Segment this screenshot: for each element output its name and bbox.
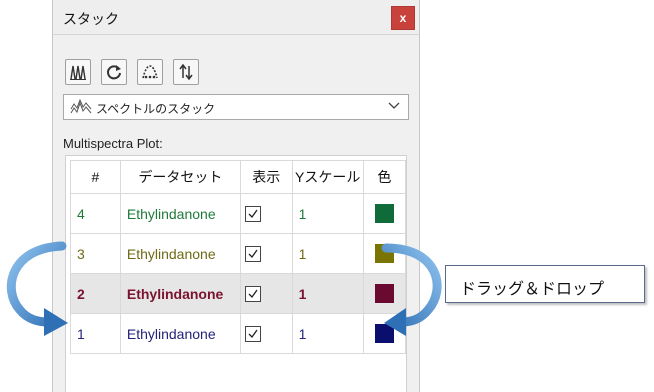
row-show-cell [239,193,293,234]
drag-arrow-left-icon [6,241,68,336]
close-icon: x [399,11,407,25]
sort-order-icon [179,63,193,81]
checkmark-icon [248,329,258,339]
stack-spectra-icon [70,99,92,114]
row-show-cell [239,233,293,274]
refresh-button[interactable] [101,59,127,85]
row-yscale[interactable]: 1 [291,193,364,234]
drag-drop-callout: ドラッグ＆ドロップ [445,265,645,303]
color-swatch[interactable] [374,204,394,223]
sort-order-button[interactable] [173,59,199,85]
column-header-dataset[interactable]: データセット [119,160,241,194]
stack-spectra-icon [70,65,86,80]
checkmark-icon [248,209,258,219]
table-row[interactable]: 2 Ethylindanone 1 [70,273,407,314]
drag-arrow-right-icon [381,243,442,336]
table-row[interactable]: 1 Ethylindanone 1 [70,313,407,354]
table-header-row: # データセット 表示 Yスケール 色 [70,160,407,194]
show-checkbox[interactable] [244,326,261,343]
title-bar: スタック x [53,0,419,35]
stack-mode-select[interactable]: スペクトルのスタック [63,94,409,120]
peak-icon [142,65,158,79]
table-row[interactable]: 3 Ethylindanone 1 [70,233,407,274]
row-show-cell [239,273,293,314]
callout-text: ドラッグ＆ドロップ [460,281,605,298]
show-checkbox[interactable] [244,246,261,263]
row-dataset-name: Ethylindanone [119,273,241,314]
spectra-table: # データセット 表示 Yスケール 色 4 Ethylindanone 1 3 Ethy… [70,160,407,354]
column-header-index[interactable]: # [70,160,121,194]
refresh-icon [107,65,121,80]
close-button[interactable]: x [391,6,415,30]
chevron-down-icon [388,102,400,109]
column-header-show[interactable]: 表示 [239,160,293,194]
row-show-cell [239,313,293,354]
row-dataset-name: Ethylindanone [119,313,241,354]
column-header-color[interactable]: 色 [362,160,407,194]
column-header-yscale[interactable]: Yスケール [291,160,364,194]
stack-spectra-button[interactable] [65,59,91,85]
checkmark-icon [248,249,258,259]
spectra-table-container: # データセット 表示 Yスケール 色 4 Ethylindanone 1 3 Ethy… [65,155,407,392]
row-index: 4 [70,193,121,234]
stack-mode-value: スペクトルのスタック [96,102,216,116]
checkmark-icon [248,289,258,299]
peak-button[interactable] [137,59,163,85]
show-checkbox[interactable] [244,286,261,303]
row-dataset-name: Ethylindanone [119,193,241,234]
stack-panel: スタック x スペクトルのスタック Multispectra Plot: # デ… [52,0,420,392]
table-row[interactable]: 4 Ethylindanone 1 [70,193,407,234]
row-yscale[interactable]: 1 [291,273,364,314]
show-checkbox[interactable] [244,206,261,223]
multispectra-plot-label: Multispectra Plot: [63,136,163,151]
row-yscale[interactable]: 1 [291,313,364,354]
row-dataset-name: Ethylindanone [119,233,241,274]
row-yscale[interactable]: 1 [291,233,364,274]
panel-title: スタック [63,11,119,27]
row-color-cell [362,193,407,234]
